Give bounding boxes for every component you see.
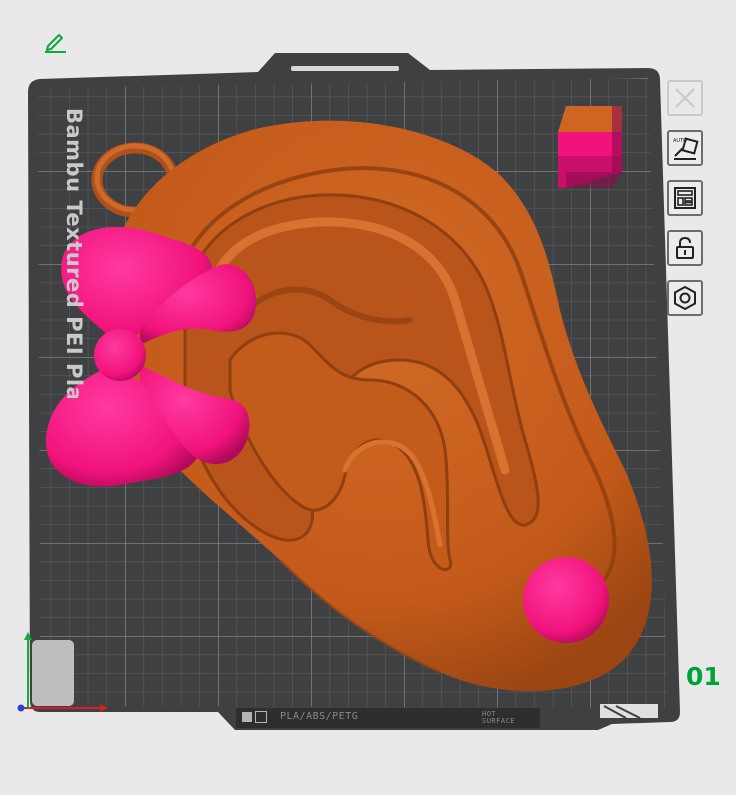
arrange-icon: [674, 187, 696, 209]
hot-surface-warning: HOT SURFACE: [482, 710, 516, 725]
lock-icon: [676, 236, 694, 259]
plate-icons: [242, 711, 272, 725]
plate-number[interactable]: 01: [686, 662, 721, 691]
close-icon: [675, 88, 695, 108]
lock-plate-button[interactable]: [667, 230, 703, 266]
plate-settings-button[interactable]: [667, 280, 703, 316]
auto-orient-label: AUTO: [673, 138, 687, 144]
auto-orient-icon: AUTO: [673, 137, 699, 160]
cube-model[interactable]: [558, 106, 622, 188]
auto-orient-button[interactable]: AUTO: [667, 130, 703, 166]
viewport-3d[interactable]: [0, 0, 736, 795]
plate-type-label: Bambu Textured PEI Plate: [62, 108, 86, 398]
close-button[interactable]: [667, 80, 703, 116]
hex-nut-icon: [674, 285, 696, 311]
arrange-button[interactable]: [667, 180, 703, 216]
filament-types-text: PLA/ABS/PETG: [280, 711, 359, 722]
earring-model[interactable]: [523, 557, 609, 643]
plate-corner-tab: [32, 640, 74, 706]
pencil-icon[interactable]: [42, 30, 68, 54]
